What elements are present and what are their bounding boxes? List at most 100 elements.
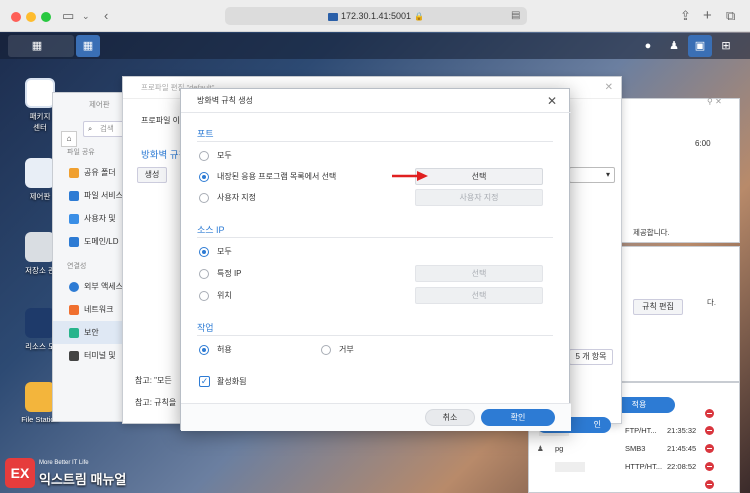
back-arrow-icon[interactable]: ‹	[104, 8, 108, 24]
remove-icon[interactable]	[705, 480, 714, 489]
port-all-radio[interactable]	[199, 151, 209, 161]
file-services-icon	[69, 190, 79, 201]
remove-icon[interactable]	[705, 426, 714, 435]
close-icon[interactable]: ✕	[605, 82, 613, 93]
search-placeholder: 검색	[100, 124, 114, 133]
tab-overview-icon[interactable]: ⧉	[726, 8, 735, 24]
port-custom-label: 사용자 지정	[217, 193, 257, 202]
address-bar[interactable]: 172.30.1.41:5001 🔒	[225, 7, 527, 25]
log-row	[529, 477, 741, 493]
remove-icon[interactable]	[705, 409, 714, 418]
rule-edit-button[interactable]: 규칙 편집	[633, 299, 683, 315]
log-proto: SMB3	[625, 444, 646, 453]
search-icon[interactable]: ⊞	[714, 35, 738, 57]
users-icon	[69, 213, 79, 224]
port-custom-button[interactable]: 사용자 지정	[415, 189, 543, 206]
log-time: 21:45:45	[667, 444, 697, 453]
dsm-taskbar: ▦ ▦ ● ♟ ▣ ⊞	[0, 33, 750, 59]
package-icon	[25, 78, 55, 108]
enabled-checkbox[interactable]: ✓	[199, 376, 210, 387]
source-specific-ip-radio[interactable]	[199, 269, 209, 279]
enabled-label: 활성화됨	[217, 377, 247, 386]
control-panel-taskbar-icon[interactable]: ▦	[76, 35, 100, 57]
lock-icon: 🔒	[414, 12, 425, 21]
network-icon	[69, 304, 79, 315]
annotation-arrow-icon	[392, 171, 428, 181]
create-button[interactable]: 생성	[137, 167, 167, 183]
chevron-down-icon[interactable]: ⌄	[82, 8, 90, 24]
terminal-icon	[69, 350, 79, 361]
divider	[197, 335, 553, 336]
provide-text: 제공합니다.	[633, 228, 670, 237]
source-ip-section-title: 소스 IP	[197, 225, 225, 235]
resource-monitor-icon	[25, 308, 55, 338]
note-text-1: 참고: "모든	[135, 376, 172, 385]
source-location-select-button[interactable]: 선택	[415, 287, 543, 304]
sidebar-item-label: 터미널 및	[84, 351, 116, 360]
source-specific-ip-label: 특정 IP	[217, 269, 242, 278]
sidebar-item-label: 도메인/LD	[84, 237, 119, 246]
source-all-radio[interactable]	[199, 247, 209, 257]
port-custom-radio[interactable]	[199, 193, 209, 203]
sidebar-item-label: 공유 폴더	[84, 168, 116, 177]
log-row: ♟ pg SMB3 21:45:45	[529, 441, 741, 457]
reader-icon[interactable]: ▤	[511, 8, 520, 24]
control-panel-icon	[25, 158, 55, 188]
folder-icon	[25, 382, 55, 412]
user-icon[interactable]: ♟	[662, 35, 686, 57]
log-proto: HTTP/HT...	[625, 462, 663, 471]
new-tab-icon[interactable]: +	[703, 8, 712, 24]
log-time: 22:08:52	[667, 462, 697, 471]
log-time: 21:35:32	[667, 426, 697, 435]
storage-icon	[25, 232, 55, 262]
background-window-right: 6:00 제공합니다. ⚲ ✕	[620, 97, 740, 243]
log-proto: FTP/HT...	[625, 426, 657, 435]
close-icon[interactable]: ✕	[547, 94, 557, 108]
action-deny-label: 거부	[339, 345, 354, 354]
remove-icon[interactable]	[705, 462, 714, 471]
profile-label: 프로파일 이	[141, 116, 181, 125]
main-menu-button[interactable]: ▦	[8, 35, 74, 57]
ex-logo-icon: EX	[5, 458, 35, 488]
port-section-title: 포트	[197, 129, 214, 139]
port-select-button[interactable]: 선택	[415, 168, 543, 185]
remove-icon[interactable]	[705, 444, 714, 453]
time-text: 6:00	[695, 139, 711, 148]
source-ip-select-button[interactable]: 선택	[415, 265, 543, 282]
minimize-window-button[interactable]	[26, 12, 36, 22]
close-window-button[interactable]	[11, 12, 21, 22]
sidebar-toggle-icon[interactable]: ▭	[62, 8, 74, 24]
dialog-footer: 취소 확인	[181, 403, 571, 431]
sidebar-item-label: 사용자 및	[84, 214, 116, 223]
d-text: 다.	[707, 298, 716, 307]
profile-dropdown[interactable]: ▾	[569, 167, 615, 183]
masked-name	[555, 462, 585, 472]
sidebar-item-label: 보안	[84, 328, 99, 337]
cancel-button[interactable]: 취소	[425, 409, 475, 426]
action-allow-label: 허용	[217, 345, 232, 354]
chat-icon[interactable]: ●	[636, 35, 660, 57]
divider	[197, 237, 553, 238]
divider	[197, 141, 553, 142]
port-builtin-radio[interactable]	[199, 172, 209, 182]
action-allow-radio[interactable]	[199, 345, 209, 355]
sidebar-item-label: 외부 액세스	[84, 282, 124, 291]
browser-toolbar: ▭ ⌄ ‹ 172.30.1.41:5001 🔒 ▤ ⇪ + ⧉	[0, 0, 750, 32]
action-deny-radio[interactable]	[321, 345, 331, 355]
home-icon[interactable]: ⌂	[61, 131, 77, 147]
dialog-title: 방화벽 규칙 생성	[181, 89, 571, 113]
zoom-window-button[interactable]	[41, 12, 51, 22]
item-count: 5 개 항목	[569, 349, 613, 365]
domain-icon	[69, 236, 79, 247]
widgets-icon[interactable]: ▣	[688, 35, 712, 57]
source-location-radio[interactable]	[199, 291, 209, 301]
note-text-2: 참고: 규칙을	[135, 398, 177, 407]
ok-button[interactable]: 확인	[481, 409, 555, 426]
search-icon: ⌕	[88, 124, 93, 133]
globe-icon	[69, 281, 79, 292]
user-icon: ♟	[537, 444, 544, 453]
folder-icon	[69, 167, 79, 178]
pin-icon[interactable]: ⚲ ✕	[707, 97, 722, 106]
port-builtin-label: 내장된 응용 프로그램 목록에서 선택	[217, 172, 337, 181]
share-icon[interactable]: ⇪	[680, 8, 691, 24]
